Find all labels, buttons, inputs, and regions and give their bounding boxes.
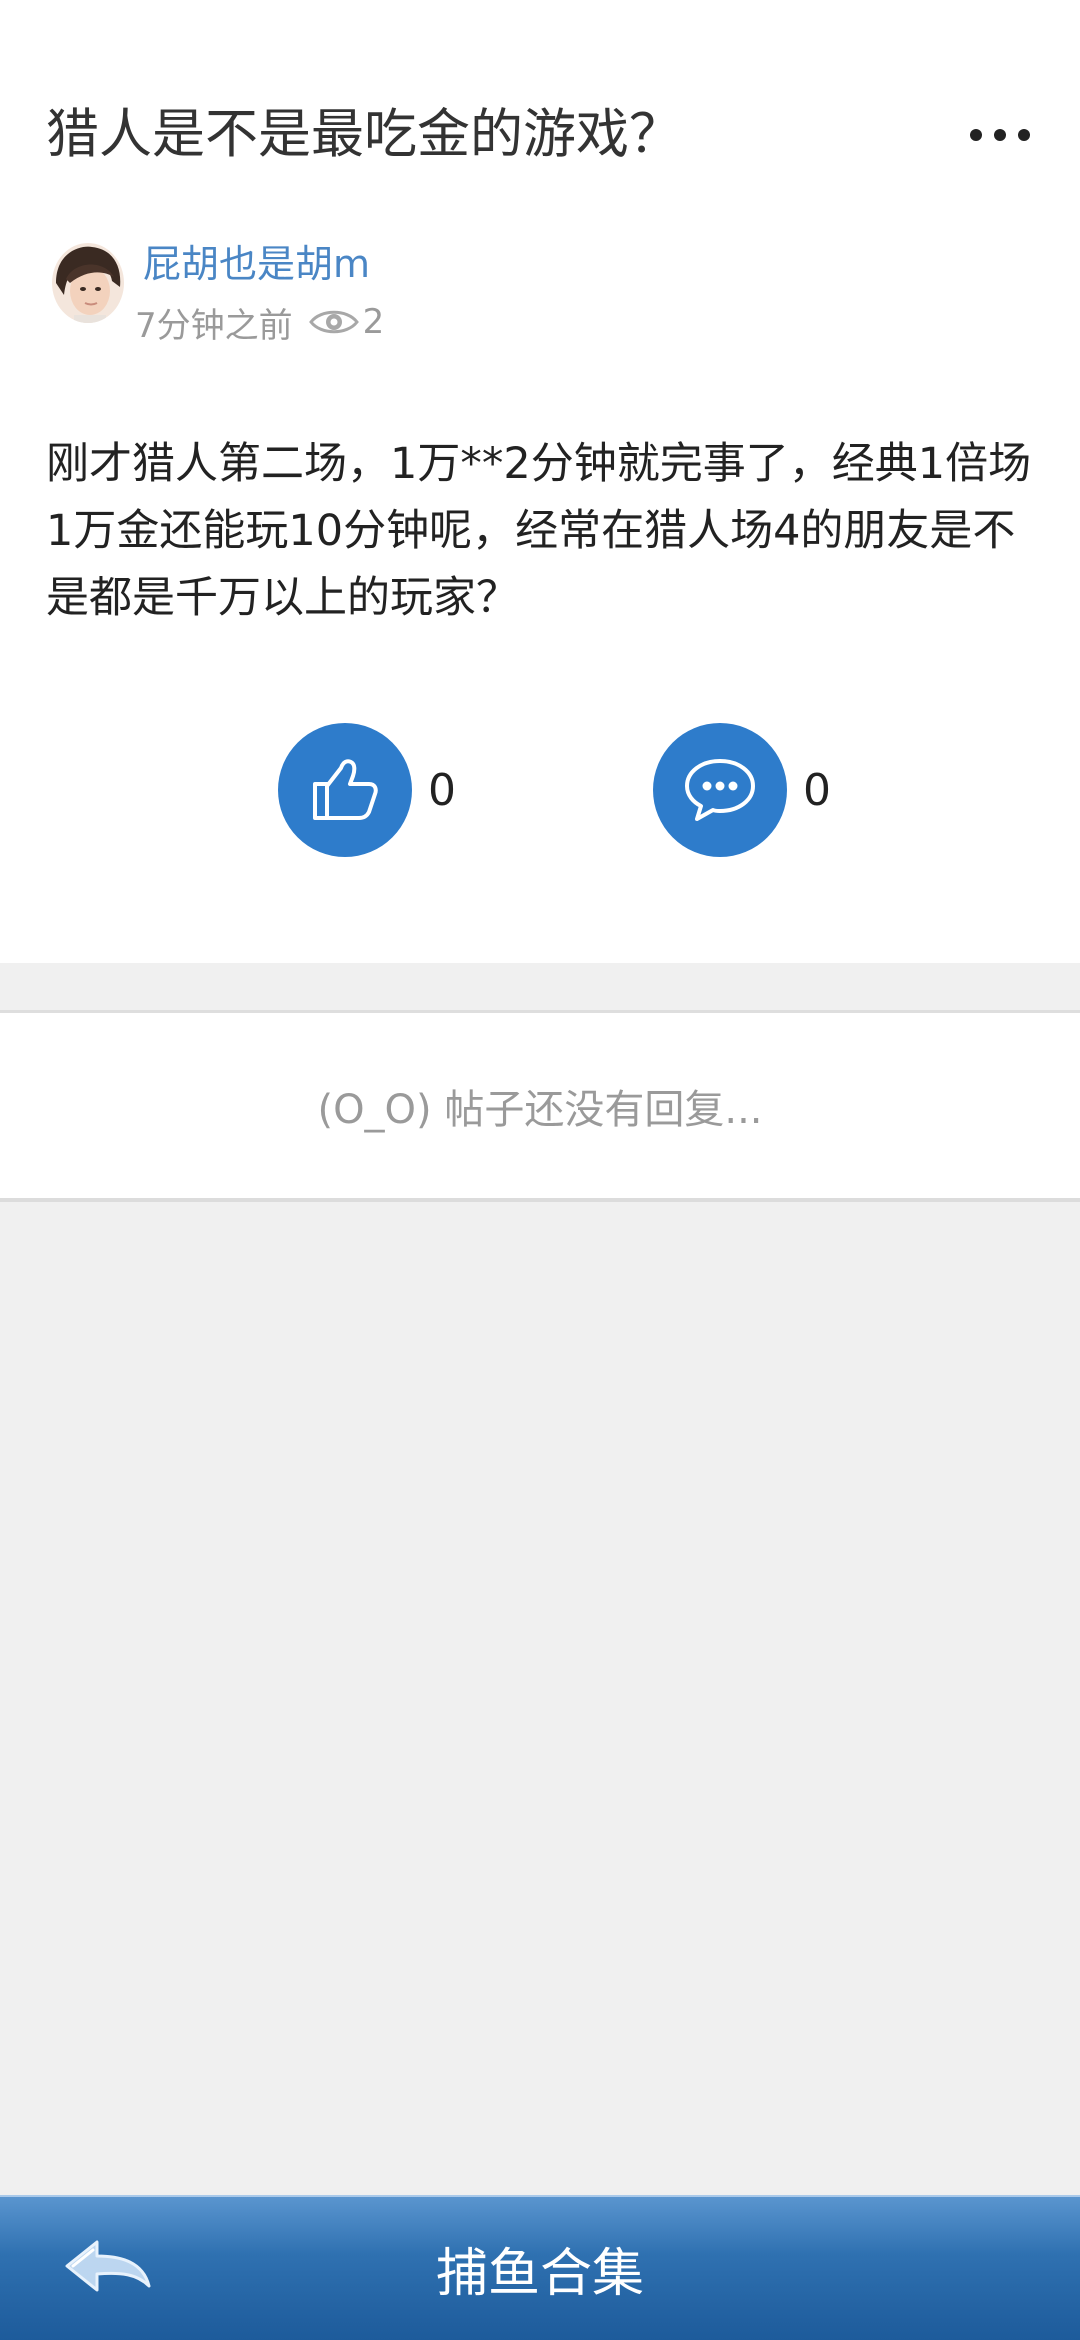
post-meta: 7分钟之前 2 (135, 296, 384, 348)
like-button[interactable]: 0 (278, 723, 456, 857)
view-count: 2 (362, 302, 385, 342)
comment-count: 0 (803, 764, 831, 816)
eye-icon (308, 307, 359, 337)
chat-bubble-icon (685, 759, 755, 821)
like-circle[interactable] (278, 723, 412, 857)
comment-circle[interactable] (653, 723, 787, 857)
author-name[interactable]: 屁胡也是胡m (143, 237, 370, 291)
bottom-bar: 捕鱼合集 (0, 2195, 1080, 2340)
comment-button[interactable]: 0 (653, 723, 831, 857)
more-dots-icon (970, 129, 982, 141)
reply-panel: (O_O) 帖子还没有回复... (0, 1010, 1080, 1202)
post-time: 7分钟之前 (135, 305, 293, 346)
more-dot (1018, 129, 1030, 141)
like-count: 0 (428, 764, 456, 816)
avatar[interactable] (52, 243, 124, 323)
no-reply-message: (O_O) 帖子还没有回复... (317, 1086, 763, 1133)
post-card: 猎人是不是最吃金的游戏？ 屁胡也是胡m 7分钟之前 2 刚才猎人第二场，1万**… (0, 0, 1080, 963)
post-body: 刚才猎人第二场，1万**2分钟就完事了，经典1倍场1万金还能玩10分钟呢，经常在… (46, 439, 1032, 623)
more-dot (994, 129, 1006, 141)
thumbs-up-icon (313, 759, 378, 820)
post-title: 猎人是不是最吃金的游戏？ (46, 104, 682, 165)
more-options-button[interactable] (950, 100, 1050, 170)
bar-title: 捕鱼合集 (435, 2244, 644, 2304)
